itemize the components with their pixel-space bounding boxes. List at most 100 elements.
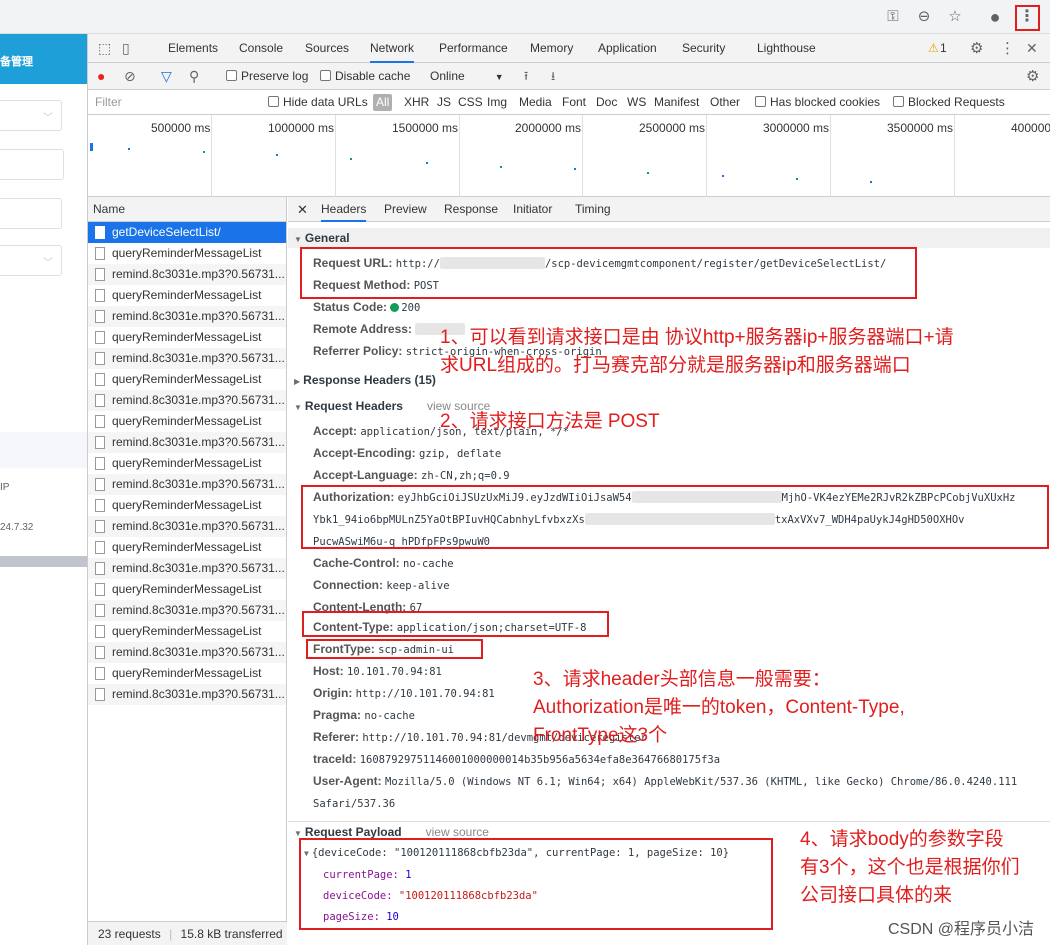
preserve-log-checkbox[interactable]: Preserve log: [226, 63, 308, 90]
type-filter-manifest[interactable]: Manifest: [654, 90, 699, 115]
request-row[interactable]: remind.8c3031e.mp3?0.56731...: [88, 642, 286, 663]
timeline-mark: [500, 166, 502, 168]
request-row[interactable]: remind.8c3031e.mp3?0.56731...: [88, 558, 286, 579]
file-icon: [95, 457, 105, 470]
type-filter-font[interactable]: Font: [562, 90, 586, 115]
tab-sources[interactable]: Sources: [305, 34, 349, 63]
type-filter-img[interactable]: Img: [487, 90, 507, 115]
settings-gear-icon[interactable]: ⚙: [970, 34, 983, 63]
tab-timing[interactable]: Timing: [575, 197, 611, 222]
tab-response[interactable]: Response: [444, 197, 498, 222]
more-options-icon[interactable]: ⋮: [1000, 34, 1015, 63]
request-name: remind.8c3031e.mp3?0.56731...: [112, 645, 285, 659]
request-row[interactable]: queryReminderMessageList: [88, 579, 286, 600]
filter-input-1[interactable]: [0, 149, 64, 180]
tab-performance[interactable]: Performance: [439, 34, 508, 63]
type-filter-ws[interactable]: WS: [627, 90, 646, 115]
tab-elements[interactable]: Elements: [168, 34, 218, 63]
disable-cache-checkbox[interactable]: Disable cache: [320, 63, 410, 90]
tab-headers[interactable]: Headers: [321, 197, 367, 222]
request-row[interactable]: remind.8c3031e.mp3?0.56731...: [88, 306, 286, 327]
zoom-out-icon[interactable]: ⊖: [913, 6, 935, 28]
tab-security[interactable]: Security: [682, 34, 725, 63]
app-header: 备管理: [0, 34, 87, 84]
general-section-header[interactable]: ▼ General: [288, 228, 1050, 248]
type-filter-xhr[interactable]: XHR: [404, 90, 429, 115]
request-row[interactable]: queryReminderMessageList: [88, 453, 286, 474]
tab-initiator[interactable]: Initiator: [513, 197, 552, 222]
type-filter-media[interactable]: Media: [519, 90, 552, 115]
upload-icon[interactable]: ⭱: [524, 63, 528, 90]
header-value: zh-CN,zh;q=0.9: [421, 470, 510, 482]
view-source-link[interactable]: view source: [426, 825, 489, 839]
type-filter-all[interactable]: All: [373, 94, 393, 111]
file-icon: [95, 268, 105, 281]
inspect-element-icon[interactable]: ⬚: [98, 34, 111, 63]
filter-input[interactable]: Filter: [95, 90, 122, 115]
warning-count[interactable]: 1: [940, 34, 947, 63]
close-details-icon[interactable]: ✕: [297, 197, 308, 222]
request-row[interactable]: queryReminderMessageList: [88, 411, 286, 432]
key-icon[interactable]: ⚿: [882, 6, 904, 28]
tab-console[interactable]: Console: [239, 34, 283, 63]
filter-select-1[interactable]: ﹀: [0, 100, 62, 131]
request-row[interactable]: remind.8c3031e.mp3?0.56731...: [88, 600, 286, 621]
name-column-header[interactable]: Name: [88, 197, 286, 222]
request-row[interactable]: remind.8c3031e.mp3?0.56731...: [88, 432, 286, 453]
request-row[interactable]: queryReminderMessageList: [88, 369, 286, 390]
file-icon: [95, 646, 105, 659]
address-bar[interactable]: [0, 4, 872, 30]
file-icon: [95, 436, 105, 449]
profile-icon[interactable]: ●: [984, 6, 1006, 28]
request-row[interactable]: queryReminderMessageList: [88, 663, 286, 684]
blocked-cookies-label: Has blocked cookies: [770, 95, 881, 109]
clear-icon[interactable]: ⊘: [124, 63, 136, 90]
filter-input-2[interactable]: [0, 198, 62, 229]
network-overview-timeline[interactable]: 500000 ms 1000000 ms 1500000 ms 2000000 …: [88, 115, 1050, 197]
blocked-requests-checkbox[interactable]: Blocked Requests: [893, 90, 1005, 115]
network-settings-icon[interactable]: ⚙: [1026, 63, 1039, 90]
request-row[interactable]: getDeviceSelectList/: [88, 222, 286, 243]
device-toolbar-icon[interactable]: ▯: [122, 34, 130, 63]
request-row[interactable]: queryReminderMessageList: [88, 327, 286, 348]
tab-preview[interactable]: Preview: [384, 197, 427, 222]
request-row[interactable]: remind.8c3031e.mp3?0.56731...: [88, 264, 286, 285]
type-filter-other[interactable]: Other: [710, 90, 740, 115]
request-row[interactable]: remind.8c3031e.mp3?0.56731...: [88, 390, 286, 411]
header-key: Connection:: [313, 578, 383, 592]
request-row[interactable]: queryReminderMessageList: [88, 285, 286, 306]
tab-network[interactable]: Network: [370, 34, 415, 63]
request-row[interactable]: queryReminderMessageList: [88, 243, 286, 264]
tab-memory[interactable]: Memory: [530, 34, 573, 63]
throttle-select[interactable]: Online ▼: [430, 63, 504, 90]
type-filter-css[interactable]: CSS: [458, 90, 483, 115]
tab-lighthouse[interactable]: Lighthouse: [757, 34, 816, 63]
record-icon[interactable]: ●: [97, 63, 105, 90]
request-row[interactable]: remind.8c3031e.mp3?0.56731...: [88, 516, 286, 537]
filter-icon[interactable]: ▽: [161, 63, 172, 90]
star-icon[interactable]: ☆: [944, 6, 966, 28]
request-headers-section[interactable]: ▼ Request Headers view source: [288, 396, 1050, 416]
request-row[interactable]: queryReminderMessageList: [88, 537, 286, 558]
timeline-mark: [722, 175, 724, 177]
horizontal-scrollbar[interactable]: [0, 556, 87, 567]
request-name: queryReminderMessageList: [112, 498, 262, 512]
hide-data-urls-checkbox[interactable]: Hide data URLs: [268, 90, 368, 115]
request-row[interactable]: remind.8c3031e.mp3?0.56731...: [88, 474, 286, 495]
close-devtools-icon[interactable]: ✕: [1026, 34, 1038, 63]
search-icon[interactable]: ⚲: [189, 63, 199, 90]
request-row[interactable]: remind.8c3031e.mp3?0.56731...: [88, 348, 286, 369]
tab-application[interactable]: Application: [598, 34, 657, 63]
request-row[interactable]: queryReminderMessageList: [88, 621, 286, 642]
download-icon[interactable]: ⭳: [551, 63, 555, 90]
request-row[interactable]: remind.8c3031e.mp3?0.56731...: [88, 684, 286, 705]
blocked-cookies-checkbox[interactable]: Has blocked cookies: [755, 90, 880, 115]
type-filter-doc[interactable]: Doc: [596, 90, 617, 115]
header-value: http://10.101.70.94:81: [355, 688, 495, 700]
request-row[interactable]: queryReminderMessageList: [88, 495, 286, 516]
header-value: 10.101.70.94:81: [347, 666, 442, 678]
warning-icon[interactable]: ⚠: [928, 34, 939, 63]
header-key: Host:: [313, 664, 344, 678]
type-filter-js[interactable]: JS: [437, 90, 451, 115]
filter-select-2[interactable]: ﹀: [0, 245, 62, 276]
